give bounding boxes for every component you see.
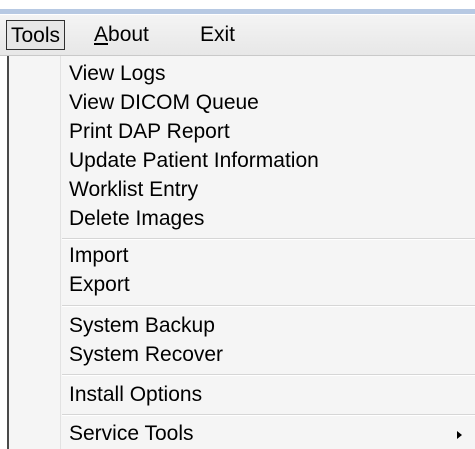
menu-item-system-backup-label: System Backup [69,314,215,337]
menu-separator [62,374,475,376]
menu-item-import[interactable]: Import [62,242,472,270]
menu-about-mnemonic: A [94,23,109,46]
menu-separator [62,305,475,307]
menu-item-system-recover-label: System Recover [69,343,224,366]
menu-exit-label: Exit [200,23,236,46]
window-top-strip [0,0,475,15]
tools-dropdown-menu: View Logs View DICOM Queue Print DAP Rep… [7,56,475,449]
menu-item-view-logs[interactable]: View Logs [62,60,472,88]
menu-tools[interactable]: Tools [6,20,66,50]
menu-about[interactable]: About [90,20,153,50]
menu-item-print-dap-report-label: Print DAP Report [69,120,230,143]
menu-item-import-label: Import [69,244,129,267]
menu-icon-gutter [9,56,61,449]
menu-item-view-logs-label: View Logs [69,62,166,85]
menu-item-update-patient-information-label: Update Patient Information [69,149,319,172]
menu-bar: Tools About Exit [0,15,475,56]
menu-item-print-dap-report[interactable]: Print DAP Report [62,118,472,146]
menu-item-view-dicom-queue[interactable]: View DICOM Queue [62,89,472,117]
menu-item-delete-images[interactable]: Delete Images [62,205,472,233]
menu-exit[interactable]: Exit [196,20,239,50]
menu-item-export[interactable]: Export [62,271,472,299]
menu-about-label: bout [108,23,149,46]
menu-item-update-patient-information[interactable]: Update Patient Information [62,147,472,175]
menu-item-delete-images-label: Delete Images [69,207,205,230]
menu-separator [62,238,475,240]
menu-item-service-tools-label: Service Tools [69,422,194,445]
application-screen: Tools About Exit View Logs View DICOM Qu… [0,0,475,449]
menu-item-system-recover[interactable]: System Recover [62,341,472,369]
submenu-arrow-icon [457,431,462,439]
menu-item-worklist-entry-label: Worklist Entry [69,178,199,201]
menu-item-system-backup[interactable]: System Backup [62,312,472,340]
menu-item-install-options-label: Install Options [69,383,203,406]
menu-tools-label: Tools [11,24,61,47]
title-bar-edge [0,9,475,14]
menu-item-worklist-entry[interactable]: Worklist Entry [62,176,472,204]
menu-separator [62,414,475,416]
menu-item-install-options[interactable]: Install Options [62,381,472,409]
menu-item-service-tools[interactable]: Service Tools [62,420,472,448]
menu-item-export-label: Export [69,273,130,296]
menu-item-view-dicom-queue-label: View DICOM Queue [69,91,259,114]
